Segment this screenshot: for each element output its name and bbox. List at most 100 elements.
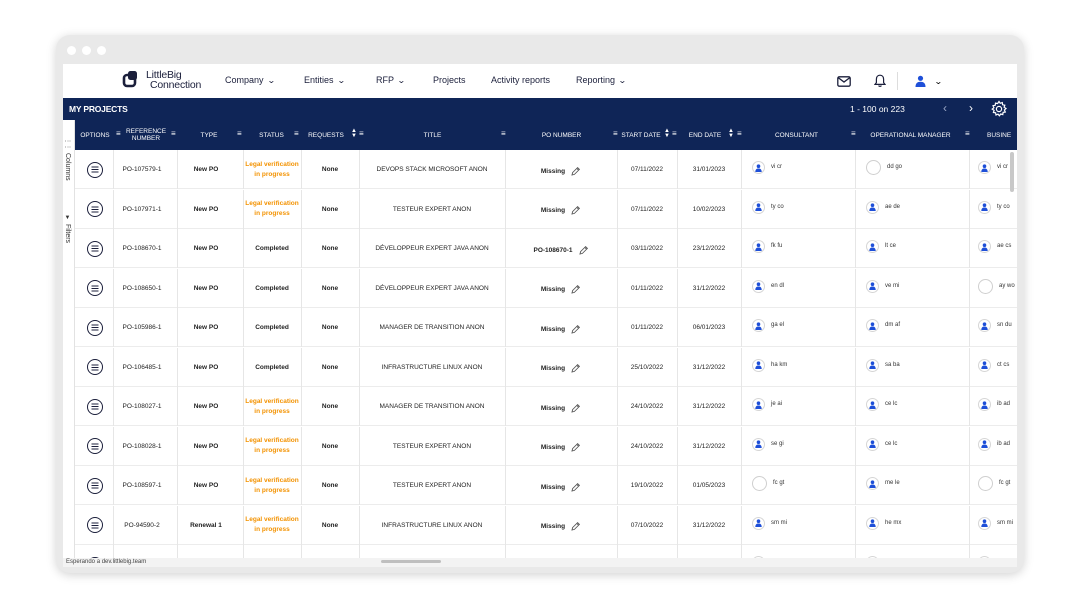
sort-icon[interactable]: ▲ ▼ <box>728 128 734 139</box>
reference-cell[interactable]: PO-108027-1 <box>113 387 171 426</box>
col-header-reference[interactable]: REFERENCE NUMBER <box>124 120 168 150</box>
window-dot[interactable] <box>67 46 76 55</box>
gear-icon[interactable] <box>990 100 1008 118</box>
table-row[interactable]: PO-107579-1 New PO Legal verification in pr… <box>75 150 1017 189</box>
business-cell[interactable]: vi cr <box>978 161 1008 174</box>
pencil-icon[interactable] <box>578 245 589 256</box>
business-cell[interactable]: ib ad <box>978 437 1010 451</box>
consultant-cell[interactable]: sm mi <box>752 516 787 530</box>
col-header-options[interactable]: OPTIONS <box>77 120 113 150</box>
logo[interactable]: LittleBig Connection <box>122 69 201 91</box>
column-menu-icon[interactable]: ≡ <box>737 130 742 138</box>
operational-manager-cell[interactable]: me le <box>866 477 900 490</box>
consultant-cell[interactable]: ty co <box>752 200 784 214</box>
nav-entities[interactable]: Entities ⌄ <box>304 75 345 85</box>
row-options-button[interactable] <box>87 398 103 415</box>
column-menu-icon[interactable]: ≡ <box>672 130 677 138</box>
reference-cell[interactable]: PO-108597-1 <box>113 466 171 505</box>
table-row[interactable]: PO-108650-1 New PO Completed None DÉVELOPPEU… <box>75 268 1017 308</box>
row-options-button[interactable] <box>87 240 103 257</box>
operational-manager-cell[interactable]: ve mi <box>866 279 899 293</box>
title-cell[interactable]: DÉVELOPPEUR EXPERT JAVA ANON <box>359 229 505 268</box>
column-menu-icon[interactable]: ≡ <box>851 130 856 138</box>
reference-cell[interactable]: PO-107579-1 <box>113 150 171 189</box>
col-header-business[interactable]: BUSINE <box>973 120 1017 150</box>
operational-manager-cell[interactable]: dd go <box>866 160 902 175</box>
pencil-icon[interactable] <box>570 205 581 216</box>
nav-projects[interactable]: Projects <box>433 75 466 85</box>
pencil-icon[interactable] <box>570 284 581 295</box>
title-cell[interactable]: DÉVELOPPEUR EXPERT JAVA ANON <box>359 269 505 308</box>
row-options-button[interactable] <box>87 517 103 533</box>
reference-cell[interactable]: PO-108650-1 <box>113 269 171 308</box>
title-cell[interactable]: TESTEUR EXPERT ANON <box>359 427 505 466</box>
business-cell[interactable]: ae cs <box>978 240 1011 253</box>
row-options-button[interactable] <box>87 280 103 296</box>
consultant-cell[interactable]: fk fu <box>752 240 782 253</box>
business-cell[interactable]: ib ad <box>978 398 1010 411</box>
title-cell[interactable]: INFRASTRUCTURE LINUX ANON <box>359 348 505 387</box>
col-header-consultant[interactable]: CONSULTANT <box>745 120 848 150</box>
business-cell[interactable]: ay wo <box>978 278 1015 294</box>
mail-icon[interactable] <box>836 73 852 89</box>
reference-cell[interactable]: PO-94590-2 <box>113 506 171 545</box>
horizontal-scrollbar[interactable] <box>381 560 441 563</box>
title-cell[interactable]: INFRASTRUCTURE LINUX ANON <box>359 506 505 545</box>
business-cell[interactable]: ct cs <box>978 358 1009 372</box>
column-menu-icon[interactable]: ≡ <box>116 130 121 138</box>
chevron-left-icon[interactable]: ‹ <box>943 101 947 115</box>
row-options-button[interactable] <box>87 319 103 336</box>
table-row[interactable]: PO-108027-1 New PO Legal verification in pr… <box>75 387 1017 426</box>
nav-reporting[interactable]: Reporting ⌄ <box>576 75 627 85</box>
table-row[interactable]: PO-107971-1 New PO Legal verification in pr… <box>75 189 1017 229</box>
consultant-cell[interactable]: en dl <box>752 279 784 293</box>
consultant-cell[interactable]: vi cr <box>752 161 782 174</box>
col-header-start-date[interactable]: START DATE <box>620 120 662 150</box>
consultant-cell[interactable]: se gi <box>752 437 784 451</box>
col-header-end-date[interactable]: END DATE <box>680 120 730 150</box>
reference-cell[interactable]: PO-107971-1 <box>113 190 171 229</box>
row-options-button[interactable] <box>87 201 103 217</box>
business-cell[interactable]: ty co <box>978 200 1010 214</box>
business-cell[interactable]: fc gt <box>978 476 1010 491</box>
title-cell[interactable]: TESTEUR EXPERT ANON <box>359 190 505 229</box>
table-row[interactable]: PO-108597-1 New PO Legal verification in pr… <box>75 466 1017 505</box>
vertical-scrollbar[interactable] <box>1010 152 1014 192</box>
table-row[interactable]: PO-108028-1 New PO Legal verification in pr… <box>75 426 1017 466</box>
pencil-icon[interactable] <box>570 521 581 532</box>
row-options-button[interactable] <box>87 161 103 178</box>
nav-activity-reports[interactable]: Activity reports <box>491 75 550 85</box>
col-header-status[interactable]: STATUS <box>245 120 298 150</box>
consultant-cell[interactable]: je ai <box>752 398 782 411</box>
operational-manager-cell[interactable]: lt ce <box>866 240 896 253</box>
nav-rfp[interactable]: RFP ⌄ <box>376 75 406 85</box>
column-menu-icon[interactable]: ≡ <box>965 130 970 138</box>
user-icon[interactable] <box>912 73 928 89</box>
operational-manager-cell[interactable]: dm af <box>866 319 900 332</box>
column-menu-icon[interactable]: ≡ <box>171 130 176 138</box>
window-dot[interactable] <box>97 46 106 55</box>
filters-panel-toggle[interactable]: ▼ Filters <box>64 215 71 243</box>
reference-cell[interactable]: PO-108670-1 <box>113 229 171 268</box>
operational-manager-cell[interactable]: ce lc <box>866 398 897 411</box>
operational-manager-cell[interactable]: ae de <box>866 200 900 214</box>
column-menu-icon[interactable]: ≡ <box>501 130 506 138</box>
reference-cell[interactable]: PO-108028-1 <box>113 427 171 466</box>
title-cell[interactable]: MANAGER DE TRANSITION ANON <box>359 387 505 426</box>
nav-company[interactable]: Company ⌄ <box>225 75 275 85</box>
pencil-icon[interactable] <box>570 324 581 335</box>
reference-cell[interactable]: PO-105986-1 <box>113 308 171 347</box>
consultant-cell[interactable]: fc gt <box>752 476 784 491</box>
title-cell[interactable]: TESTEUR EXPERT ANON <box>359 466 505 505</box>
operational-manager-cell[interactable]: ce lc <box>866 437 897 451</box>
reference-cell[interactable]: PO-106485-1 <box>113 348 171 387</box>
sort-icon[interactable]: ▲ ▼ <box>351 128 357 139</box>
operational-manager-cell[interactable]: he mx <box>866 516 901 530</box>
column-menu-icon[interactable]: ≡ <box>237 130 242 138</box>
row-options-button[interactable] <box>87 359 103 375</box>
column-menu-icon[interactable]: ≡ <box>359 130 364 138</box>
table-row[interactable]: PO-94590-2 Renewal 1 Legal verification in … <box>75 505 1017 545</box>
pencil-icon[interactable] <box>570 442 581 453</box>
col-header-requests[interactable]: REQUESTS <box>303 120 349 150</box>
pencil-icon[interactable] <box>570 166 581 177</box>
